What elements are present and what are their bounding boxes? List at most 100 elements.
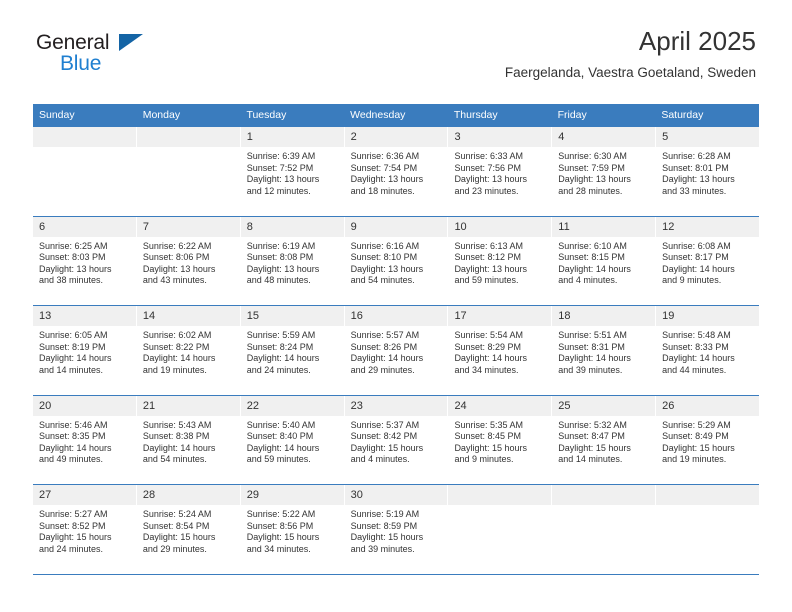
day-details: Sunrise: 5:54 AM Sunset: 8:29 PM Daylight:… [448,326,551,376]
day-number: 9 [344,216,448,237]
sunset-time: Sunset: 8:06 PM [142,252,210,263]
calendar-day-cell[interactable]: 11 Sunrise: 6:10 AM Sunset: 8:15 PM Dayligh… [552,216,657,305]
calendar-day-cell[interactable]: 30 Sunrise: 5:19 AM Sunset: 8:59 PM Dayligh… [344,485,449,574]
daylight-duration-line1: Daylight: 14 hours [350,353,424,364]
calendar-page: General Blue April 2025 Faergelanda, Vae… [0,0,792,612]
day-details: Sunrise: 6:16 AM Sunset: 8:10 PM Daylight:… [345,237,448,287]
calendar-day-cell[interactable]: 8 Sunrise: 6:19 AM Sunset: 8:08 PM Daylight… [240,216,345,305]
sunrise-time: Sunrise: 5:54 AM [454,330,523,340]
sunset-time: Sunset: 7:59 PM [558,162,625,173]
daylight-duration-line2: and 54 minutes. [142,454,207,465]
daylight-duration-line1: Daylight: 15 hours [454,442,527,453]
daylight-duration-line2: and 39 minutes. [350,543,415,554]
day-details: Sunrise: 5:24 AM Sunset: 8:54 PM Daylight:… [137,505,240,555]
sunset-time: Sunset: 7:56 PM [454,162,521,173]
daylight-duration-line1: Daylight: 14 hours [39,353,112,364]
calendar-day-cell[interactable]: 12 Sunrise: 6:08 AM Sunset: 8:17 PM Dayligh… [656,216,760,305]
sunrise-time: Sunrise: 6:19 AM [246,240,316,251]
daylight-duration-line2: and 59 minutes. [246,454,311,465]
calendar-day-cell[interactable]: 17 Sunrise: 5:54 AM Sunset: 8:29 PM Dayligh… [448,306,553,395]
calendar-day-cell[interactable]: 9 Sunrise: 6:16 AM Sunset: 8:10 PM Daylight… [344,216,449,305]
day-details: Sunrise: 6:19 AM Sunset: 8:08 PM Daylight:… [241,237,344,287]
sunset-time: Sunset: 7:54 PM [350,162,418,173]
daylight-duration-line1: Daylight: 13 hours [350,174,424,185]
calendar-day-cell[interactable]: 2 Sunrise: 6:36 AM Sunset: 7:54 PM Daylight… [344,127,449,216]
calendar-day-cell[interactable]: 13 Sunrise: 6:05 AM Sunset: 8:19 PM Dayligh… [33,306,137,395]
day-details: Sunrise: 6:36 AM Sunset: 7:54 PM Daylight:… [345,147,448,197]
calendar-week-row: 20 Sunrise: 5:46 AM Sunset: 8:35 PM Dayligh… [33,395,760,485]
calendar-day-cell[interactable]: 20 Sunrise: 5:46 AM Sunset: 8:35 PM Dayligh… [33,395,137,484]
daylight-duration-line1: Daylight: 15 hours [350,442,424,453]
calendar-day-cell[interactable]: 27 Sunrise: 5:27 AM Sunset: 8:52 PM Dayligh… [33,485,137,574]
day-number: 20 [33,395,136,416]
calendar-day-cell[interactable]: 29 Sunrise: 5:22 AM Sunset: 8:56 PM Dayligh… [240,485,345,574]
day-number: 17 [448,306,552,326]
calendar-day-cell[interactable]: 10 Sunrise: 6:13 AM Sunset: 8:12 PM Dayligh… [448,216,553,305]
daylight-duration-line2: and 38 minutes. [39,275,104,286]
calendar-day-cell[interactable]: 18 Sunrise: 5:51 AM Sunset: 8:31 PM Dayligh… [552,306,657,395]
daylight-duration-line2: and 33 minutes. [662,185,727,196]
day-number: 25 [552,395,656,416]
calendar-day-cell[interactable]: 5 Sunrise: 6:28 AM Sunset: 8:01 PM Daylight… [656,127,760,216]
day-number: 28 [136,485,240,505]
calendar-day-cell[interactable]: 21 Sunrise: 5:43 AM Sunset: 8:38 PM Dayligh… [136,395,241,484]
day-number: 7 [136,216,240,237]
sunset-time: Sunset: 8:15 PM [558,252,625,263]
day-details: Sunrise: 5:57 AM Sunset: 8:26 PM Daylight:… [345,326,448,376]
daylight-duration-line1: Daylight: 15 hours [350,532,424,543]
daylight-duration-line2: and 24 minutes. [39,543,104,554]
day-number: 4 [552,127,656,147]
sunrise-time: Sunrise: 6:08 AM [662,240,731,251]
calendar-day-cell[interactable]: 14 Sunrise: 6:02 AM Sunset: 8:22 PM Dayligh… [136,306,241,395]
daylight-duration-line2: and 29 minutes. [350,364,415,375]
calendar-day-cell[interactable]: 25 Sunrise: 5:32 AM Sunset: 8:47 PM Dayligh… [552,395,657,484]
calendar-day-cell-empty [136,127,241,216]
calendar-day-cell[interactable]: 1 Sunrise: 6:39 AM Sunset: 7:52 PM Daylight… [240,127,345,216]
calendar-day-cell[interactable]: 28 Sunrise: 5:24 AM Sunset: 8:54 PM Dayligh… [136,485,241,574]
calendar-day-cell[interactable]: 15 Sunrise: 5:59 AM Sunset: 8:24 PM Dayligh… [240,306,345,395]
day-number: 10 [448,216,552,237]
day-number: 1 [240,127,344,147]
page-title: April 2025 [638,26,756,56]
daylight-duration-line2: and 14 minutes. [39,364,104,375]
daylight-duration-line1: Daylight: 15 hours [558,442,631,453]
day-details: Sunrise: 5:59 AM Sunset: 8:24 PM Daylight:… [241,326,344,376]
sunrise-time: Sunrise: 5:57 AM [350,330,420,340]
generalblue-logo[interactable]: General Blue [36,32,143,74]
daylight-duration-line2: and 34 minutes. [454,364,519,375]
daylight-duration-line2: and 19 minutes. [662,454,727,465]
sunrise-time: Sunrise: 6:39 AM [246,151,316,161]
calendar-day-cell[interactable]: 22 Sunrise: 5:40 AM Sunset: 8:40 PM Dayligh… [240,395,345,484]
day-details: Sunrise: 5:48 AM Sunset: 8:33 PM Daylight:… [656,326,759,376]
daylight-duration-line1: Daylight: 13 hours [246,174,320,185]
daylight-duration-line2: and 48 minutes. [246,275,311,286]
calendar-day-cell[interactable]: 16 Sunrise: 5:57 AM Sunset: 8:26 PM Dayligh… [344,306,449,395]
weekday-header-wednesday: Wednesday [350,109,406,121]
sunset-time: Sunset: 8:01 PM [662,162,729,173]
calendar-day-cell[interactable]: 19 Sunrise: 5:48 AM Sunset: 8:33 PM Dayligh… [656,306,760,395]
day-number [33,127,136,147]
sunrise-time: Sunrise: 6:16 AM [350,240,420,251]
calendar-day-cell[interactable]: 23 Sunrise: 5:37 AM Sunset: 8:42 PM Dayligh… [344,395,449,484]
sunset-time: Sunset: 8:19 PM [39,341,106,352]
calendar-day-cell[interactable]: 7 Sunrise: 6:22 AM Sunset: 8:06 PM Daylight… [136,216,241,305]
weekday-header-saturday: Saturday [661,109,704,121]
sunset-time: Sunset: 8:22 PM [142,341,210,352]
day-details: Sunrise: 5:19 AM Sunset: 8:59 PM Daylight:… [345,505,448,555]
calendar-day-cell[interactable]: 26 Sunrise: 5:29 AM Sunset: 8:49 PM Dayligh… [656,395,760,484]
calendar-day-cell[interactable]: 4 Sunrise: 6:30 AM Sunset: 7:59 PM Daylight… [552,127,657,216]
day-number [448,485,552,505]
calendar-day-cell[interactable]: 24 Sunrise: 5:35 AM Sunset: 8:45 PM Dayligh… [448,395,553,484]
daylight-duration-line1: Daylight: 13 hours [558,174,631,185]
daylight-duration-line2: and 19 minutes. [142,364,207,375]
calendar-day-cell[interactable]: 3 Sunrise: 6:33 AM Sunset: 7:56 PM Daylight… [448,127,553,216]
page-header: General Blue April 2025 Faergelanda, Vae… [0,0,792,80]
day-number: 21 [136,395,240,416]
calendar-day-cell[interactable]: 6 Sunrise: 6:25 AM Sunset: 8:03 PM Daylight… [33,216,137,305]
daylight-duration-line1: Daylight: 13 hours [39,263,112,274]
daylight-duration-line1: Daylight: 14 hours [142,353,216,364]
day-details: Sunrise: 5:22 AM Sunset: 8:56 PM Daylight:… [241,505,344,555]
sunrise-time: Sunrise: 5:48 AM [662,330,731,340]
sunrise-time: Sunrise: 6:33 AM [454,151,523,161]
calendar-day-cell-empty [448,485,553,574]
